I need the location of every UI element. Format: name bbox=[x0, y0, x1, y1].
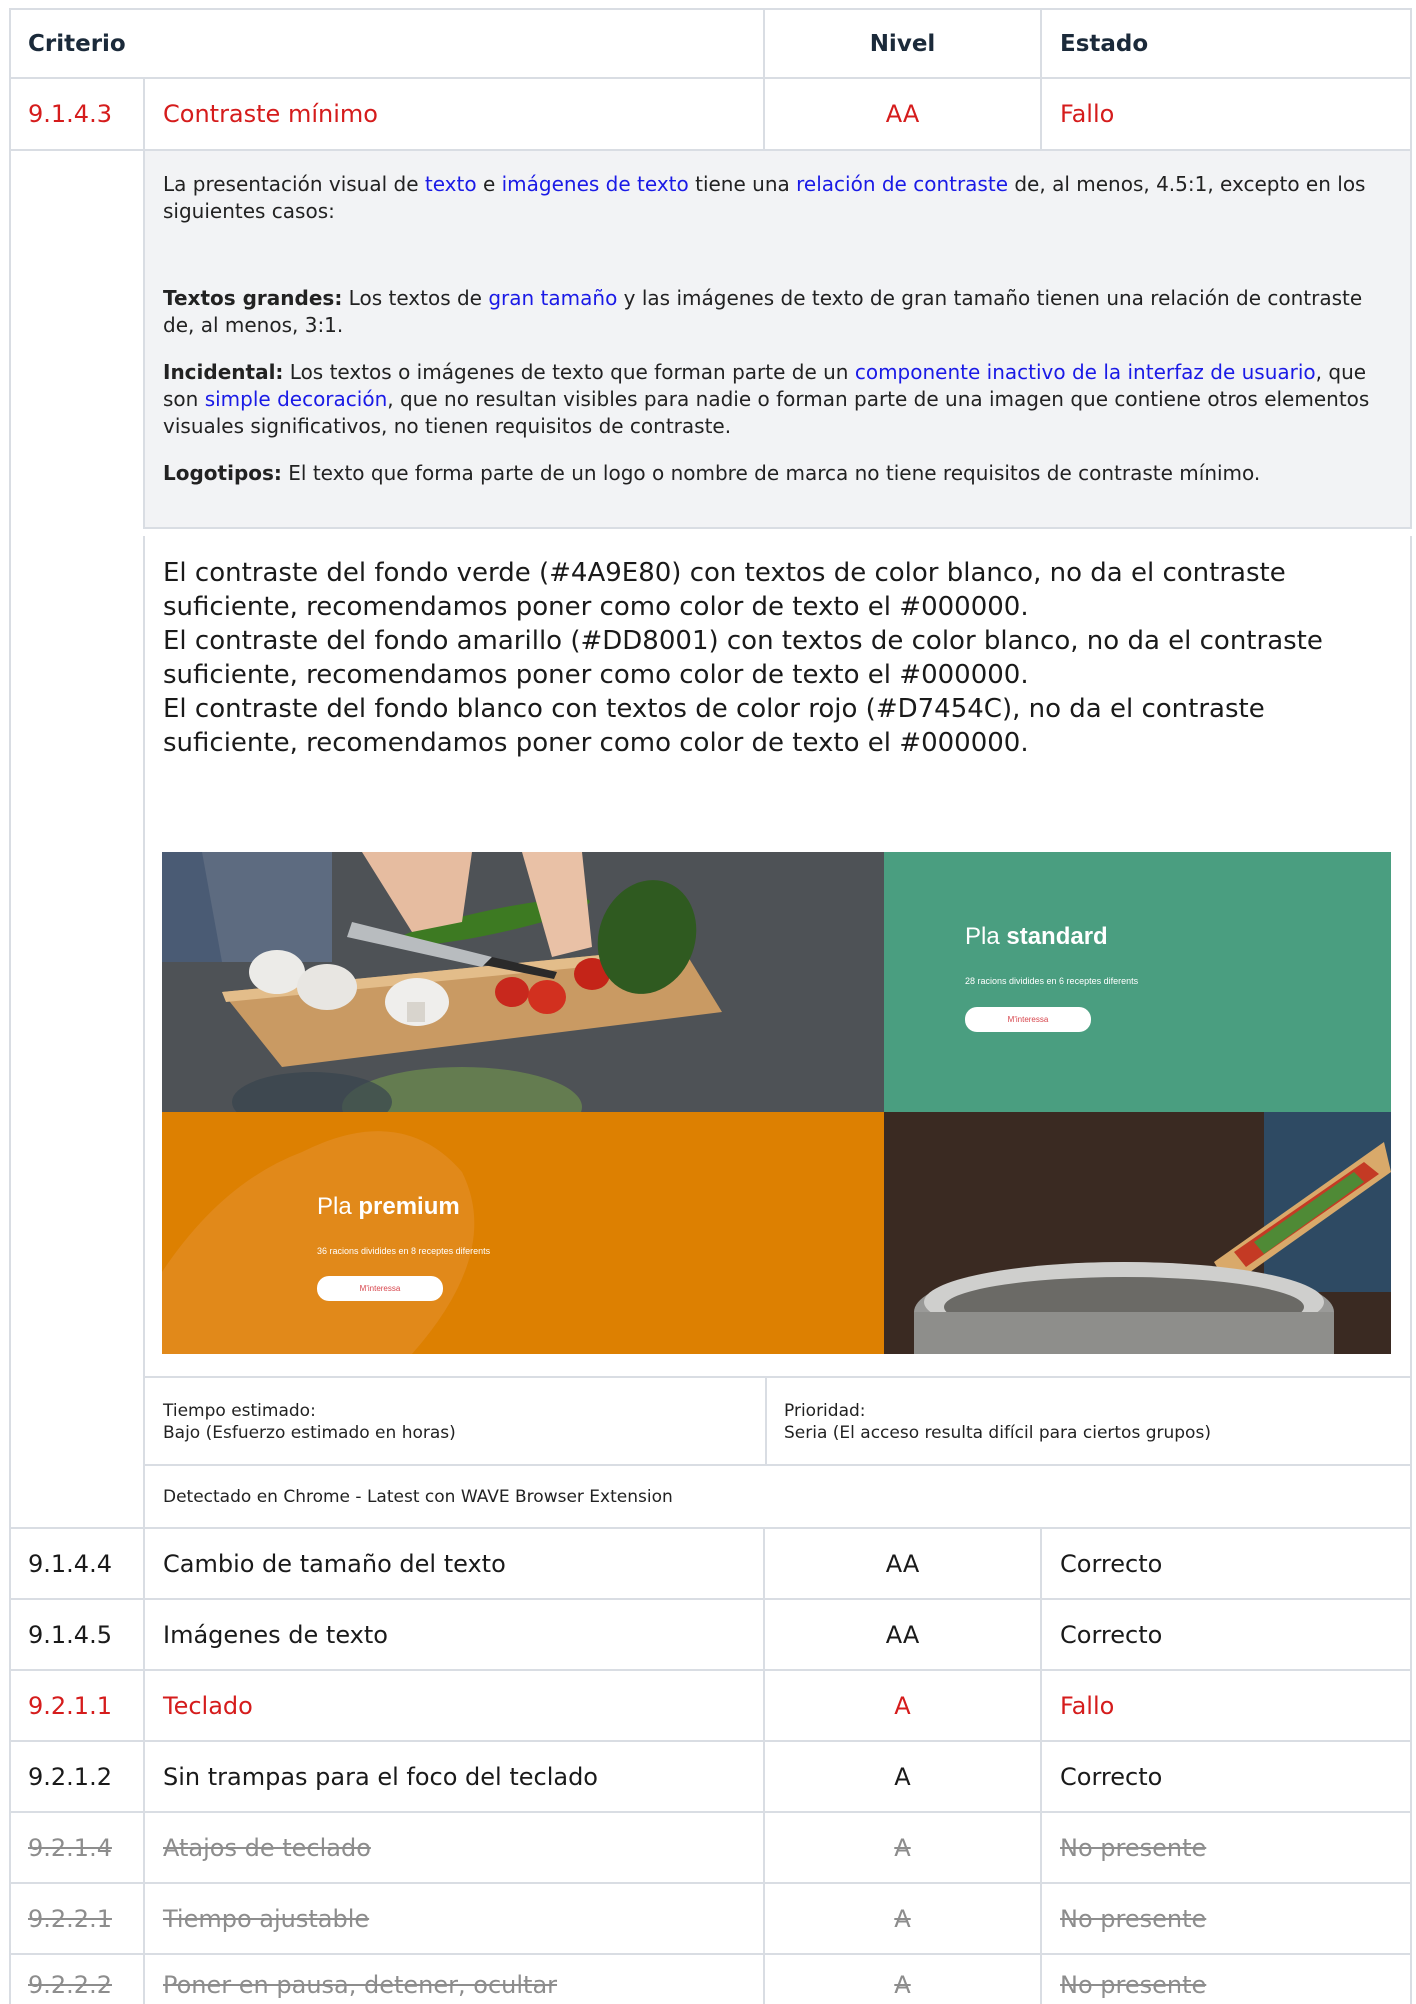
description-large-text: Textos grandes: Los textos de gran tamañ… bbox=[163, 286, 1363, 337]
criterion-status: No presente bbox=[1040, 1955, 1412, 2004]
standard-subtitle: 28 racions dividides en 6 receptes difer… bbox=[965, 976, 1139, 986]
detected-in: Detectado en Chrome - Latest con WAVE Br… bbox=[143, 1466, 1412, 1529]
standard-title: Pla standard bbox=[965, 923, 1108, 950]
criterion-status: Correcto bbox=[1040, 1600, 1412, 1669]
criterion-status: No presente bbox=[1040, 1813, 1412, 1882]
criterion-status: Fallo bbox=[1040, 1671, 1412, 1740]
criterion-code: 9.2.1.4 bbox=[9, 1813, 143, 1882]
estimated-time-value: Bajo (Esfuerzo estimado en horas) bbox=[163, 1423, 456, 1443]
estimated-time: Tiempo estimado: Bajo (Esfuerzo estimado… bbox=[163, 1400, 456, 1444]
criterion-code: 9.2.2.1 bbox=[9, 1884, 143, 1953]
criterion-status: Fallo bbox=[1040, 79, 1412, 149]
criterion-level: AA bbox=[763, 1600, 1040, 1669]
premium-subtitle: 36 racions dividides en 8 receptes difer… bbox=[317, 1246, 491, 1256]
link-imagenes-de-texto[interactable]: imágenes de texto bbox=[502, 172, 689, 196]
priority-label: Prioridad: bbox=[784, 1401, 866, 1421]
criterion-level: A bbox=[763, 1955, 1040, 2004]
table-header: Criterio Nivel Estado bbox=[9, 8, 1412, 79]
photo-cooking-pot bbox=[884, 1112, 1391, 1354]
criterion-code: 9.1.4.3 bbox=[9, 79, 143, 149]
premium-interest-button[interactable]: M'interessa bbox=[317, 1276, 443, 1301]
link-simple-decoracion[interactable]: simple decoración bbox=[205, 387, 388, 411]
premium-title: Pla premium bbox=[317, 1193, 460, 1220]
table-row[interactable]: 9.2.2.2 Poner en pausa, detener, ocultar… bbox=[9, 1955, 1412, 2004]
criterion-code: 9.1.4.5 bbox=[9, 1600, 143, 1669]
table-row-expanded[interactable]: 9.1.4.3 Contraste mínimo AA Fallo bbox=[9, 79, 1412, 151]
criterion-name[interactable]: Atajos de teclado bbox=[143, 1813, 763, 1882]
link-texto[interactable]: texto bbox=[425, 172, 477, 196]
criterion-level: AA bbox=[763, 79, 1040, 149]
criterion-status: Correcto bbox=[1040, 1529, 1412, 1598]
description-logos: Logotipos: El texto que forma parte de u… bbox=[163, 461, 1261, 485]
comment-line-green: El contraste del fondo verde (#4A9E80) c… bbox=[163, 558, 1286, 622]
table-row[interactable]: 9.1.4.5 Imágenes de texto AA Correcto bbox=[9, 1600, 1412, 1671]
criterion-code: 9.1.4.4 bbox=[9, 1529, 143, 1598]
header-criterio: Criterio bbox=[9, 10, 143, 77]
criterion-name[interactable]: Teclado bbox=[143, 1671, 763, 1740]
criterion-name[interactable]: Cambio de tamaño del texto bbox=[143, 1529, 763, 1598]
criterion-code: 9.2.2.2 bbox=[9, 1955, 143, 2004]
criterion-code: 9.2.1.1 bbox=[9, 1671, 143, 1740]
description-incidental: Incidental: Los textos o imágenes de tex… bbox=[163, 360, 1370, 438]
link-relacion-de-contraste[interactable]: relación de contraste bbox=[796, 172, 1008, 196]
header-nivel: Nivel bbox=[763, 10, 1040, 77]
criterion-level: A bbox=[763, 1813, 1040, 1882]
link-componente-inactivo[interactable]: componente inactivo de la interfaz de us… bbox=[855, 360, 1316, 384]
comment-line-red: El contraste del fondo blanco con textos… bbox=[163, 694, 1265, 758]
criterion-name[interactable]: Imágenes de texto bbox=[143, 1600, 763, 1669]
link-gran-tamano[interactable]: gran tamaño bbox=[488, 286, 617, 310]
table-row[interactable]: 9.2.2.1 Tiempo ajustable A No presente bbox=[9, 1884, 1412, 1955]
criterion-meta: Tiempo estimado: Bajo (Esfuerzo estimado… bbox=[143, 1378, 1412, 1466]
table-row[interactable]: 9.2.1.1 Teclado A Fallo bbox=[9, 1671, 1412, 1742]
criterion-status: No presente bbox=[1040, 1884, 1412, 1953]
criterion-name[interactable]: Sin trampas para el foco del teclado bbox=[143, 1742, 763, 1811]
criterion-comment: El contraste del fondo verde (#4A9E80) c… bbox=[143, 536, 1412, 1378]
criterion-level: A bbox=[763, 1884, 1040, 1953]
criterion-code: 9.2.1.2 bbox=[9, 1742, 143, 1811]
criterion-description: La presentación visual de texto e imágen… bbox=[143, 151, 1412, 529]
criterion-name[interactable]: Contraste mínimo bbox=[143, 79, 763, 149]
criterion-status: Correcto bbox=[1040, 1742, 1412, 1811]
photo-cutting-vegetables bbox=[162, 852, 884, 1112]
table-row[interactable]: 9.2.1.4 Atajos de teclado A No presente bbox=[9, 1813, 1412, 1884]
card-standard-plan: Pla standard 28 racions dividides en 6 r… bbox=[884, 852, 1391, 1112]
criterion-name[interactable]: Poner en pausa, detener, ocultar bbox=[143, 1955, 763, 2004]
evidence-screenshot: Pla standard 28 racions dividides en 6 r… bbox=[162, 852, 1391, 1354]
header-criterio-spacer bbox=[143, 10, 763, 77]
criterion-name[interactable]: Tiempo ajustable bbox=[143, 1884, 763, 1953]
priority-value: Seria (El acceso resulta difícil para ci… bbox=[784, 1423, 1211, 1443]
estimated-time-label: Tiempo estimado: bbox=[163, 1401, 316, 1421]
description-intro: La presentación visual de texto e imágen… bbox=[163, 172, 1366, 223]
criterion-level: A bbox=[763, 1742, 1040, 1811]
comment-line-orange: El contraste del fondo amarillo (#DD8001… bbox=[163, 626, 1323, 690]
criterion-level: A bbox=[763, 1671, 1040, 1740]
priority: Prioridad: Seria (El acceso resulta difí… bbox=[784, 1400, 1211, 1444]
table-row[interactable]: 9.2.1.2 Sin trampas para el foco del tec… bbox=[9, 1742, 1412, 1813]
table-row[interactable]: 9.1.4.4 Cambio de tamaño del texto AA Co… bbox=[9, 1529, 1412, 1600]
expanded-left-gutter bbox=[9, 151, 145, 1529]
card-premium-plan: Pla premium 36 racions dividides en 8 re… bbox=[162, 1112, 884, 1354]
header-estado: Estado bbox=[1040, 10, 1412, 77]
criterion-level: AA bbox=[763, 1529, 1040, 1598]
standard-interest-button[interactable]: M'interessa bbox=[965, 1007, 1091, 1032]
